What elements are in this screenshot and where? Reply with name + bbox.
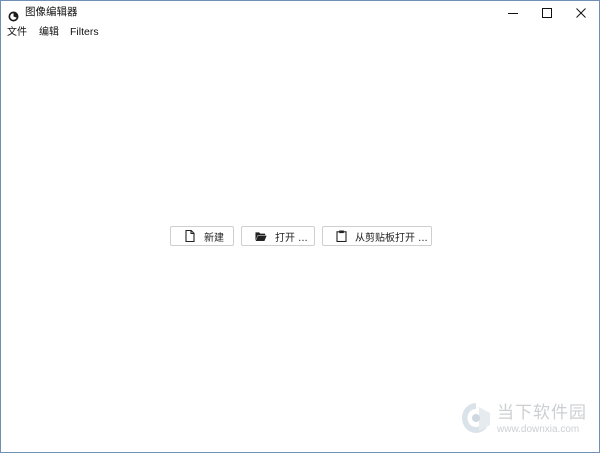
- file-icon: [184, 230, 196, 242]
- maximize-button[interactable]: [531, 1, 563, 24]
- close-button[interactable]: [565, 1, 597, 24]
- minimize-button[interactable]: [497, 1, 529, 24]
- title-bar[interactable]: 图像编辑器: [1, 1, 599, 24]
- app-window: 图像编辑器 文件 编辑 Filters 新建 打开 ... 从剪贴板打开 ...…: [0, 0, 600, 453]
- minimize-icon: [508, 8, 518, 18]
- watermark-url: www.downxia.com: [497, 424, 580, 435]
- new-button[interactable]: 新建: [170, 226, 234, 246]
- folder-open-icon: [255, 230, 267, 242]
- new-button-label: 新建: [204, 232, 224, 244]
- watermark: 当下软件园 www.downxia.com: [459, 399, 589, 443]
- menu-filters[interactable]: Filters: [68, 25, 101, 40]
- open-from-clipboard-button[interactable]: 从剪贴板打开 ...: [322, 226, 432, 246]
- open-button-label: 打开 ...: [275, 232, 308, 244]
- app-logo-icon: [8, 7, 19, 22]
- open-button[interactable]: 打开 ...: [241, 226, 315, 246]
- close-icon: [576, 7, 586, 18]
- watermark-logo-icon: [459, 401, 493, 435]
- menu-bar: 文件 编辑 Filters: [1, 24, 599, 41]
- open-from-clipboard-label: 从剪贴板打开 ...: [355, 232, 428, 244]
- canvas-area: 新建 打开 ... 从剪贴板打开 ... 当下软件园 www.downxia.c…: [1, 41, 599, 452]
- clipboard-icon: [335, 230, 347, 242]
- maximize-icon: [542, 7, 552, 18]
- menu-edit[interactable]: 编辑: [37, 25, 61, 40]
- window-title: 图像编辑器: [25, 6, 78, 18]
- menu-file[interactable]: 文件: [5, 25, 29, 40]
- watermark-name: 当下软件园: [497, 403, 587, 423]
